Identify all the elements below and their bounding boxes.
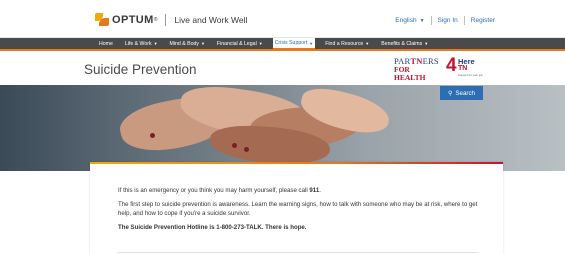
optum-logo-icon	[95, 13, 109, 27]
nav-item-mind-body[interactable]: Mind & Body ▼	[168, 38, 207, 49]
nav-item-label: Crisis Support	[274, 40, 308, 46]
nav-item-financial-legal[interactable]: Financial & Legal ▼	[215, 38, 265, 49]
optum-logo[interactable]: OPTUM ® Live and Work Well	[95, 12, 247, 28]
nav-item-crisis-support[interactable]: Crisis Support ▼	[272, 38, 316, 49]
nav-item-life-work[interactable]: Life & Work ▼	[123, 38, 160, 49]
nav-item-home[interactable]: Home	[97, 38, 115, 49]
nav-item-label: Mind & Body	[169, 40, 199, 47]
emergency-number[interactable]: 911	[309, 187, 319, 194]
chevron-down-icon: ▼	[309, 40, 314, 46]
search-button[interactable]: ⚲ Search	[440, 86, 483, 100]
nav-item-label: Home	[99, 40, 113, 47]
site-header: OPTUM ® Live and Work Well English ▼ Sig…	[0, 0, 565, 38]
divider	[463, 16, 465, 25]
content-card: If this is an emergency or you think you…	[90, 162, 503, 254]
hotline-text: The Suicide Prevention Hotline is 1-800-…	[118, 224, 307, 232]
search-button-label: Search	[455, 89, 475, 97]
nail-polish	[232, 143, 237, 148]
card-body: If this is an emergency or you think you…	[118, 187, 488, 239]
logo-trademark: ®	[153, 17, 158, 23]
partners-for-health-logo[interactable]: PARTNERS FOR HEALTH	[394, 57, 440, 82]
chevron-down-icon: ▼	[200, 41, 205, 46]
nav-item-label: Find a Resource	[325, 40, 364, 47]
chevron-down-icon: ▼	[419, 17, 425, 24]
nail-polish	[150, 133, 155, 138]
nav-item-label: Financial & Legal	[216, 40, 257, 47]
nav-item-benefits-claims[interactable]: Benefits & Claims ▼	[379, 38, 430, 49]
divider	[430, 16, 432, 25]
awareness-text: The first step to suicide prevention is …	[118, 201, 478, 217]
chevron-down-icon: ▼	[365, 41, 370, 46]
divider	[118, 252, 478, 253]
card-accent-bar	[90, 162, 503, 164]
here4tn-tn: TN	[458, 65, 468, 72]
logo-wordmark: OPTUM	[112, 14, 154, 26]
nav-items: Home Life & Work ▼ Mind & Body ▼ Financial & …	[97, 38, 438, 49]
here4tn-tagline: Support for your job	[458, 73, 483, 77]
register-link[interactable]: Register	[471, 17, 495, 24]
utility-links: English ▼ Sign In Register	[395, 16, 495, 25]
here4tn-logo[interactable]: 4 Here TN Support for your job	[446, 55, 496, 79]
emergency-text: If this is an emergency or you think you…	[118, 187, 321, 194]
nav-item-find-a-resource[interactable]: Find a Resource ▼	[323, 38, 371, 49]
chevron-down-icon: ▼	[258, 41, 263, 46]
sign-in-link[interactable]: Sign In	[438, 17, 458, 24]
nail-polish	[244, 147, 249, 152]
chevron-down-icon: ▼	[424, 41, 429, 46]
partners-logo-line2: FOR HEALTH	[394, 65, 426, 82]
main-nav: Home Life & Work ▼ Mind & Body ▼ Financial & …	[0, 38, 565, 49]
site-name: Live and Work Well	[174, 15, 248, 25]
page: OPTUM ® Live and Work Well English ▼ Sig…	[0, 0, 565, 254]
nav-item-label: Life & Work	[124, 40, 152, 47]
logo-divider	[165, 14, 167, 26]
here4tn-four: 4	[446, 55, 457, 76]
search-icon: ⚲	[447, 90, 453, 97]
language-selector[interactable]: English ▼	[395, 17, 424, 24]
nav-item-label: Benefits & Claims	[381, 40, 423, 47]
page-title: Suicide Prevention	[84, 62, 197, 77]
chevron-down-icon: ▼	[153, 41, 158, 46]
language-label: English	[395, 17, 417, 24]
